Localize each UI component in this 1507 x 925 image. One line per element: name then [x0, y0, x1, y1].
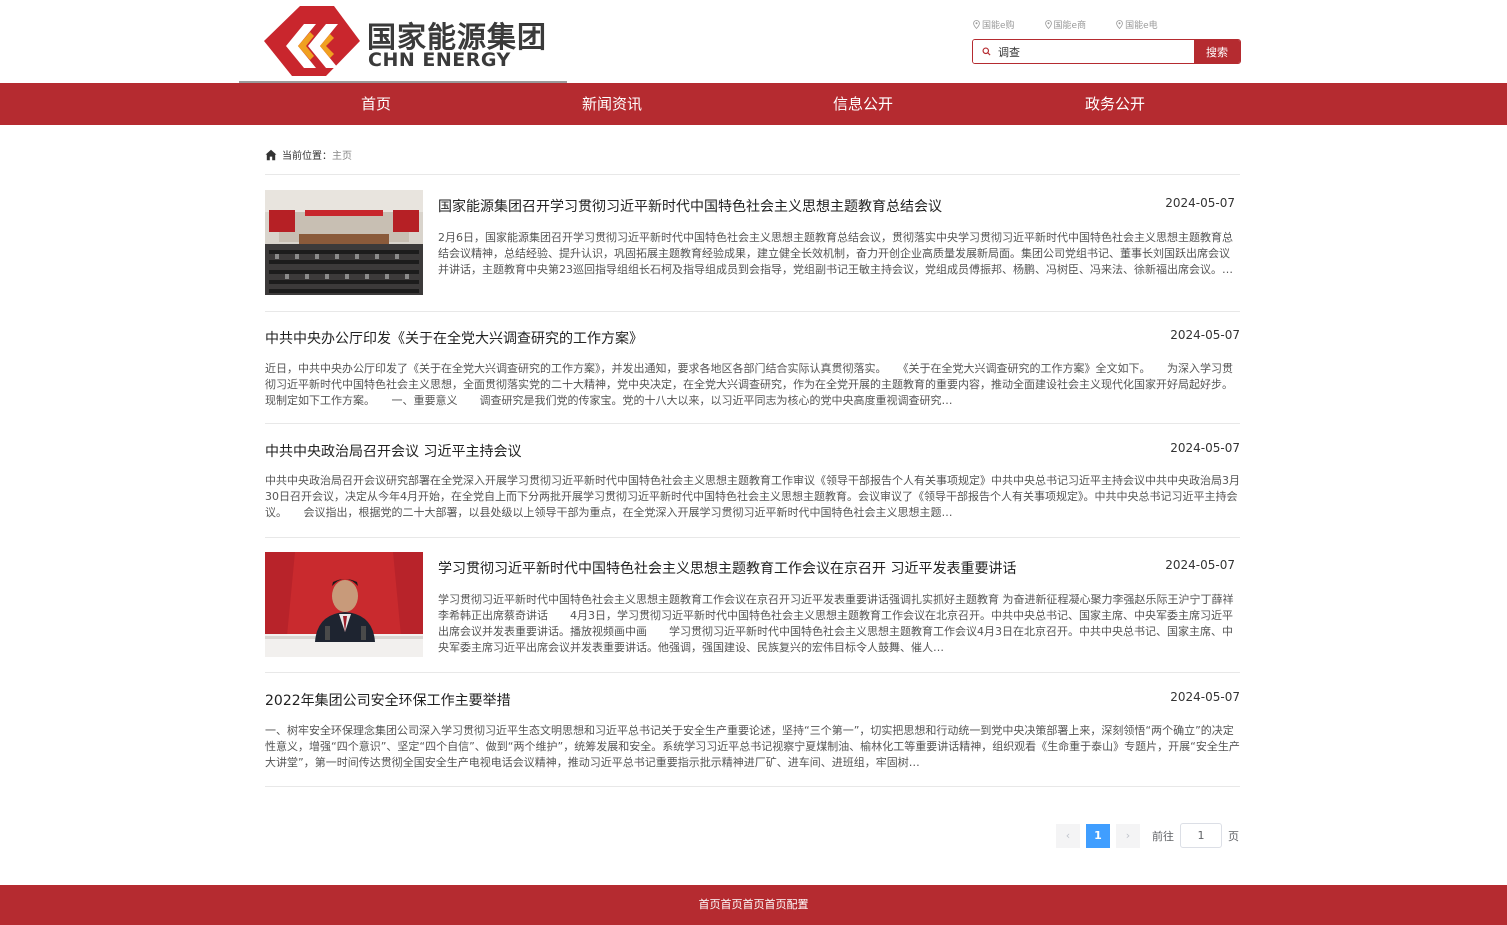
breadcrumb-current[interactable]: 主页 — [332, 147, 352, 162]
nav-item-government-affairs[interactable]: 政务公开 — [1085, 83, 1145, 125]
article-summary: 近日，中共中央办公厅印发了《关于在全党大兴调查研究的工作方案》，并发出通知，要求… — [265, 362, 1233, 407]
chn-energy-logo[interactable]: 国家能源集团 CHN ENERGY — [264, 6, 554, 78]
article-item[interactable]: 中共中央政治局召开会议 习近平主持会议 2024-05-07 中共中央政治局召开… — [265, 439, 1240, 525]
nav-item-info-disclosure[interactable]: 信息公开 — [833, 83, 893, 125]
article-title[interactable]: 国家能源集团召开学习贯彻习近平新时代中国特色社会主义思想主题教育总结会议 — [438, 196, 942, 216]
site-footer: 首页首页首页首页配置 — [0, 885, 1507, 925]
article-summary: 学习贯彻习近平新时代中国特色社会主义思想主题教育工作会议在京召开习近平发表重要讲… — [438, 593, 1234, 654]
article-title[interactable]: 2022年集团公司安全环保工作主要举措 — [265, 690, 511, 710]
nav-item-home[interactable]: 首页 — [361, 83, 391, 125]
footer-text[interactable]: 首页首页首页首页配置 — [699, 898, 809, 911]
search-button[interactable]: 搜索 — [1194, 40, 1240, 63]
quick-link-e-purchase[interactable]: 国能e购 — [973, 17, 1015, 31]
site-header: 国家能源集团 CHN ENERGY 国能e购 国能e商 国能e电 搜索 — [0, 0, 1507, 83]
pagination-goto-input[interactable] — [1180, 823, 1222, 848]
search-box: 搜索 — [972, 39, 1241, 64]
article-item[interactable]: 2022年集团公司安全环保工作主要举措 2024-05-07 一、树牢安全环保理… — [265, 688, 1240, 774]
search-input[interactable] — [998, 45, 1178, 58]
quick-link-e-commerce[interactable]: 国能e商 — [1044, 17, 1087, 31]
pagination-page-1[interactable]: 1 — [1086, 823, 1110, 848]
article-title[interactable]: 中共中央政治局召开会议 习近平主持会议 — [265, 441, 521, 461]
article-date: 2024-05-07 — [1170, 441, 1240, 455]
divider — [265, 537, 1240, 538]
divider — [265, 311, 1240, 312]
pagination-page-suffix: 页 — [1228, 829, 1239, 843]
article-summary: 一、树牢安全环保理念集团公司深入学习贯彻习近平生态文明思想和习近平总书记关于安全… — [265, 724, 1240, 769]
nav-item-news[interactable]: 新闻资讯 — [582, 83, 642, 125]
logo-english-text: CHN ENERGY — [368, 49, 511, 71]
pagination-next-button[interactable]: › — [1116, 823, 1140, 848]
quick-link-label: 国能e购 — [982, 20, 1015, 31]
article-date: 2024-05-07 — [1165, 558, 1235, 572]
quick-link-label: 国能e商 — [1053, 20, 1087, 31]
article-thumbnail-speaker[interactable] — [265, 552, 423, 657]
article-item[interactable]: 国家能源集团召开学习贯彻习近平新时代中国特色社会主义思想主题教育总结会议 202… — [265, 190, 1240, 296]
article-thumbnail-meeting-hall[interactable] — [265, 190, 423, 295]
article-date: 2024-05-07 — [1170, 328, 1240, 342]
location-pin-icon — [1044, 19, 1052, 29]
logo-mark-icon — [264, 6, 360, 76]
breadcrumb: 当前位置： 主页 — [265, 147, 352, 162]
quick-link-e-power[interactable]: 国能e电 — [1116, 17, 1158, 31]
article-summary: 2月6日，国家能源集团召开学习贯彻习近平新时代中国特色社会主义思想主题教育总结会… — [438, 231, 1233, 276]
search-input-wrap — [973, 40, 1194, 63]
pagination-goto-label: 前往 — [1152, 829, 1174, 843]
location-pin-icon — [973, 19, 980, 29]
location-pin-icon — [1116, 19, 1123, 29]
article-summary: 中共中央政治局召开会议研究部署在全党深入开展学习贯彻习近平新时代中国特色社会主义… — [265, 474, 1240, 519]
article-date: 2024-05-07 — [1170, 690, 1240, 704]
quick-links: 国能e购 国能e商 国能e电 — [973, 17, 1188, 31]
divider — [265, 174, 1240, 175]
article-item[interactable]: 学习贯彻习近平新时代中国特色社会主义思想主题教育工作会议在京召开 习近平发表重要… — [265, 552, 1240, 658]
article-item[interactable]: 中共中央办公厅印发《关于在全党大兴调查研究的工作方案》 2024-05-07 近… — [265, 326, 1240, 412]
article-title[interactable]: 学习贯彻习近平新时代中国特色社会主义思想主题教育工作会议在京召开 习近平发表重要… — [438, 558, 1016, 578]
quick-link-label: 国能e电 — [1125, 20, 1158, 31]
pagination: ‹ 1 › 前往 页 — [1056, 823, 1245, 848]
main-nav: 首页 新闻资讯 信息公开 政务公开 — [0, 83, 1507, 125]
pagination-prev-button[interactable]: ‹ — [1056, 823, 1080, 848]
divider — [265, 672, 1240, 673]
article-title[interactable]: 中共中央办公厅印发《关于在全党大兴调查研究的工作方案》 — [265, 328, 643, 348]
divider — [265, 423, 1240, 424]
divider — [265, 786, 1240, 787]
breadcrumb-label: 当前位置： — [282, 151, 332, 162]
search-icon — [982, 47, 991, 56]
home-icon — [265, 149, 277, 160]
article-date: 2024-05-07 — [1165, 196, 1235, 210]
